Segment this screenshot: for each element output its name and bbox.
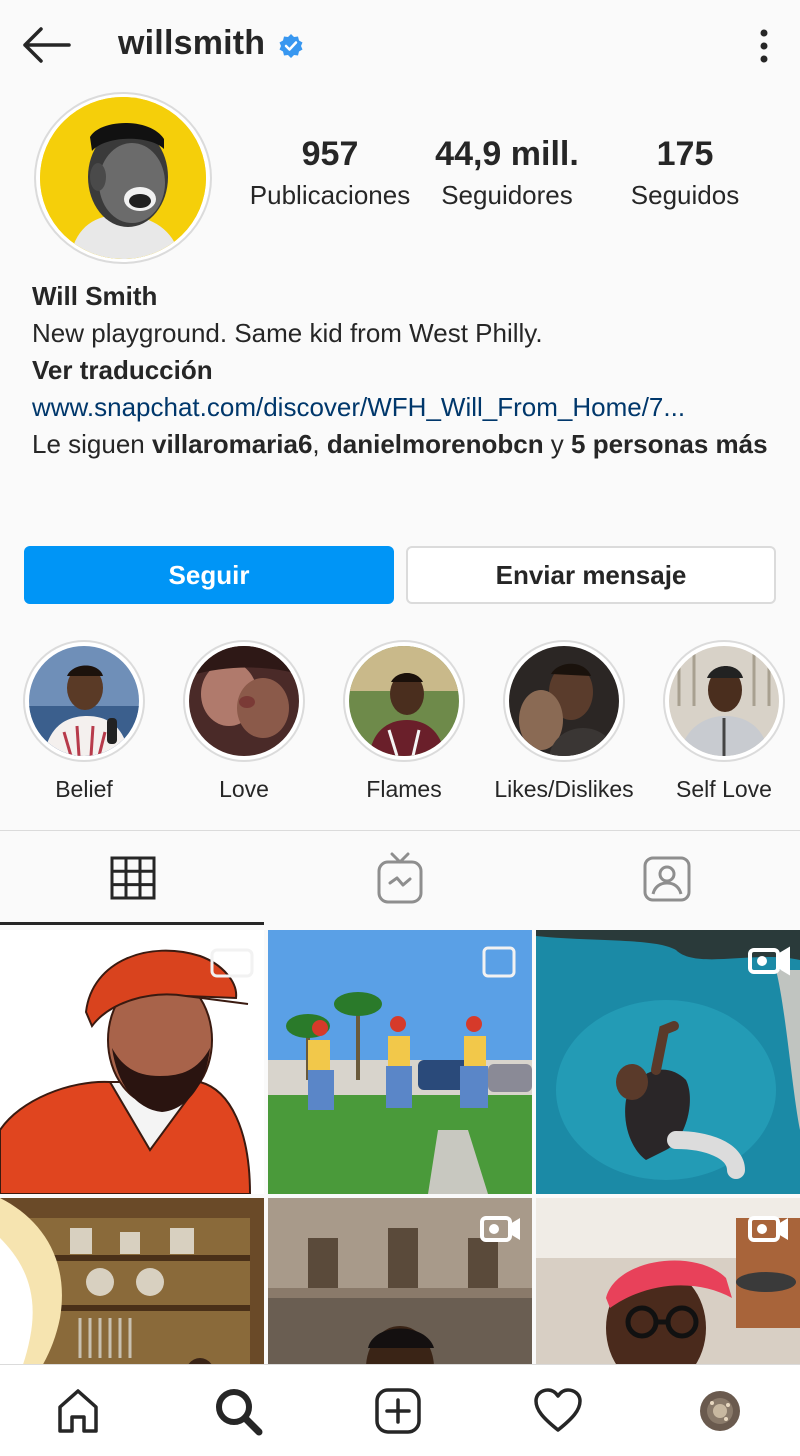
highlight-cover-image [29, 646, 139, 756]
highlight-label: Belief [55, 776, 113, 802]
highlight-ring [663, 640, 785, 762]
following-count-value: 175 [656, 135, 714, 173]
verified-badge-icon [279, 34, 303, 58]
nav-activity[interactable] [528, 1383, 588, 1439]
story-highlight[interactable]: Love [164, 640, 324, 804]
tab-posts-grid[interactable] [0, 831, 266, 925]
profile-username: willsmith [118, 24, 266, 62]
story-highlight[interactable]: Belief [4, 640, 164, 804]
profile-avatar[interactable] [34, 92, 212, 264]
followers-count-value: 44,9 mill. [435, 135, 579, 173]
highlight-cover-image [349, 646, 459, 756]
nav-home[interactable] [48, 1383, 108, 1439]
post-thumbnail[interactable] [0, 930, 264, 1194]
followed-by-separator: , [312, 429, 327, 459]
see-translation-link[interactable]: Ver traducción [32, 352, 772, 389]
post-thumbnail[interactable] [536, 1198, 800, 1364]
profile-avatar [700, 1391, 740, 1431]
post-thumbnail[interactable] [0, 1198, 264, 1364]
bio-website-link[interactable]: www.snapchat.com/discover/WFH_Will_From_… [32, 389, 767, 426]
highlight-ring [343, 640, 465, 762]
highlight-cover-image [669, 646, 779, 756]
bottom-navigation [0, 1364, 800, 1456]
followed-by-user-link[interactable]: danielmorenobcn [327, 429, 544, 459]
highlight-cover-image [189, 646, 299, 756]
profile-content-tabs [0, 830, 800, 925]
tab-tagged[interactable] [534, 831, 800, 925]
highlight-ring [503, 640, 625, 762]
follow-button[interactable]: Seguir [24, 546, 394, 604]
back-button[interactable] [18, 22, 74, 68]
more-vertical-icon [760, 29, 768, 63]
profile-full-name: Will Smith [32, 281, 158, 311]
followed-by-prefix: Le siguen [32, 429, 152, 459]
posts-grid [0, 930, 800, 1364]
highlight-cover-image [509, 646, 619, 756]
profile-bio: Will Smith New playground. Same kid from… [32, 278, 772, 463]
posts-count[interactable]: 957 Publicaciones [244, 132, 416, 212]
post-thumbnail[interactable] [268, 1198, 532, 1364]
send-message-button[interactable]: Enviar mensaje [406, 546, 776, 604]
bio-text: New playground. Same kid from West Phill… [32, 318, 543, 348]
followed-by-text: Le siguen villaromaria6, danielmorenobcn… [32, 426, 772, 463]
highlight-label: Flames [366, 776, 442, 802]
profile-photo [40, 97, 206, 259]
back-arrow-icon [23, 27, 71, 63]
followed-by-user-link[interactable]: villaromaria6 [152, 429, 312, 459]
post-thumbnail[interactable] [536, 930, 800, 1194]
followers-count-label: Seguidores [441, 180, 573, 210]
nav-new-post[interactable] [368, 1383, 428, 1439]
highlight-label: Self Love [676, 776, 772, 802]
highlight-ring [23, 640, 145, 762]
followers-count[interactable]: 44,9 mill. Seguidores [422, 132, 592, 212]
story-highlight[interactable]: Flames [324, 640, 484, 804]
tagged-icon [643, 856, 691, 902]
followed-by-and: y [543, 429, 572, 459]
post-thumbnail[interactable] [268, 930, 532, 1194]
igtv-icon [377, 852, 423, 904]
heart-icon [534, 1388, 582, 1432]
more-options-button[interactable] [744, 26, 784, 66]
following-count-label: Seguidos [630, 180, 740, 210]
top-bar: willsmith [0, 0, 800, 90]
highlight-label: Love [219, 776, 269, 802]
story-highlight[interactable]: Likes/Dislikes [484, 640, 644, 804]
grid-icon [110, 856, 156, 900]
posts-count-value: 957 [301, 135, 359, 173]
nav-profile[interactable] [690, 1383, 750, 1439]
search-icon [216, 1389, 263, 1436]
nav-search[interactable] [208, 1383, 268, 1439]
story-highlight[interactable]: Self Love [644, 640, 800, 804]
followed-by-more-link[interactable]: 5 personas más [571, 429, 768, 459]
highlight-ring [183, 640, 305, 762]
following-count[interactable]: 175 Seguidos [610, 132, 760, 212]
home-icon [58, 1389, 98, 1433]
posts-count-label: Publicaciones [249, 180, 411, 210]
highlight-label: Likes/Dislikes [494, 776, 634, 802]
tab-igtv[interactable] [267, 831, 533, 925]
add-post-icon [375, 1388, 421, 1434]
